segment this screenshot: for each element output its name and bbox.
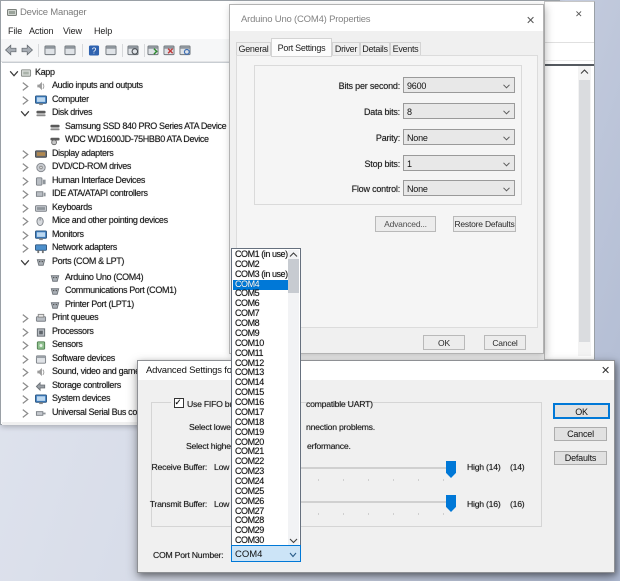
svg-text:?: ? (92, 46, 97, 55)
